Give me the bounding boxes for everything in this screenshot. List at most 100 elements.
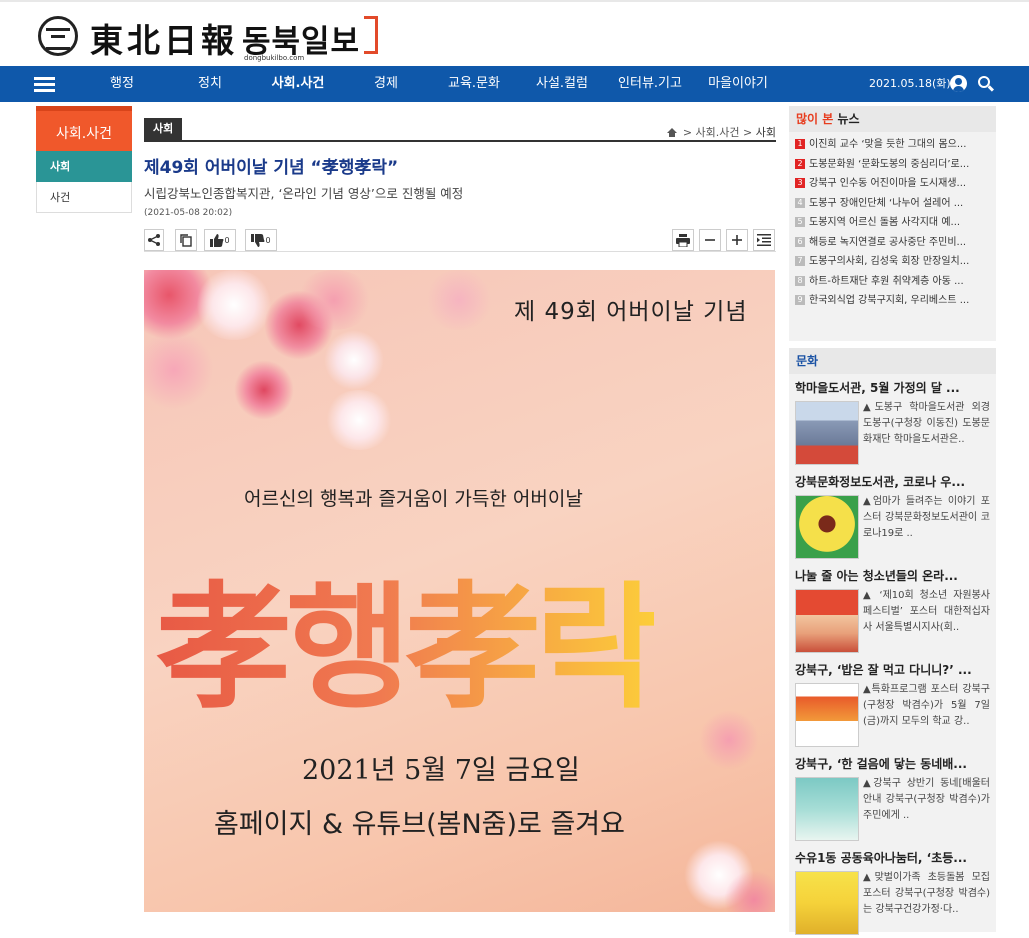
culture-thumbnail[interactable] xyxy=(795,401,859,465)
nav-item-politics[interactable]: 정치 xyxy=(198,66,222,102)
rank-badge: 1 xyxy=(795,139,805,149)
culture-item-title[interactable]: 강북구, ‘밥은 잘 먹고 다니니?’ ... xyxy=(795,661,990,679)
popular-heading-red: 많이 본 xyxy=(796,112,834,126)
share-button[interactable] xyxy=(144,229,164,251)
popular-item[interactable]: 9 한국외식업 강북구지회, 우리베스트 ... xyxy=(795,291,990,311)
popular-item[interactable]: 8 하트-하트재단 후원 취약계층 아동 ... xyxy=(795,272,990,292)
popular-item[interactable]: 1 이진희 교수 ‘맞을 듯한 그대의 몸으... xyxy=(795,135,990,155)
culture-item-summary: ▲특화프로그램 포스터 강북구(구청장 박겸수)가 5월 7일(금)까지 모두의… xyxy=(863,684,990,727)
nav-item-education[interactable]: 교육.문화 xyxy=(448,66,500,102)
article: 사회 > 사회.사건 > 사회 제49회 어버이날 기념 “孝행孝락” 시립강북… xyxy=(144,118,776,252)
rank-badge: 7 xyxy=(795,256,805,266)
rank-badge: 3 xyxy=(795,178,805,188)
rank-badge: 4 xyxy=(795,197,805,208)
section-tag: 사회 xyxy=(144,118,183,140)
font-increase-button[interactable] xyxy=(726,229,748,251)
popular-item-text: 한국외식업 강북구지회, 우리베스트 ... xyxy=(809,295,970,306)
popular-item[interactable]: 7 도봉구의사회, 김성욱 회장 만장일치... xyxy=(795,252,990,272)
popular-item-text: 강북구 인수동 어진이마을 도시재생... xyxy=(809,178,967,189)
nav-item-admin[interactable]: 행정 xyxy=(110,66,134,102)
image-channel: 홈페이지 & 유튜브(봄N줌)로 즐겨요 xyxy=(214,809,625,840)
culture-heading[interactable]: 문화 xyxy=(789,348,996,374)
breadcrumb-sep: > xyxy=(743,126,753,139)
culture-item-summary: ▲엄마가 들려주는 이야기 포스터 강북문화정보도서관이 코로나19로 .. xyxy=(863,496,990,539)
culture-thumbnail[interactable] xyxy=(795,871,859,935)
side-nav-heading: 사회.사건 xyxy=(36,106,132,151)
culture-item-title[interactable]: 수유1동 공동육아나눔터, ‘초등... xyxy=(795,849,990,867)
culture-item[interactable]: 수유1동 공동육아나눔터, ‘초등... ▲맞벌이가족 초등돌봄 모집 포스터 … xyxy=(795,849,990,938)
culture-item[interactable]: 강북구, ‘한 걸음에 닿는 동네배... ▲강북구 상반기 동네[배울터 안내… xyxy=(795,755,990,844)
breadcrumb-category[interactable]: 사회.사건 xyxy=(696,126,740,139)
right-sidebar: 많이 본 뉴스 1 이진희 교수 ‘맞을 듯한 그대의 몸으... 2 도봉문화원 … xyxy=(789,106,996,935)
culture-box: 문화 학마을도서관, 5월 가정의 달 ... ▲도봉구 학마을도서관 외경 도… xyxy=(789,348,996,935)
popular-news-box: 많이 본 뉴스 1 이진희 교수 ‘맞을 듯한 그대의 몸으... 2 도봉문화원 … xyxy=(789,106,996,341)
dislike-button[interactable]: 0 xyxy=(245,229,277,251)
culture-item-title[interactable]: 강북구, ‘한 걸음에 닿는 동네배... xyxy=(795,755,990,773)
breadcrumb-current[interactable]: 사회 xyxy=(756,126,776,139)
image-headline: 제 49회 어버이날 기념 xyxy=(514,299,748,325)
culture-item-title[interactable]: 나눌 줄 아는 청소년들의 온라... xyxy=(795,567,990,585)
popular-item[interactable]: 3 강북구 인수동 어진이마을 도시재생... xyxy=(795,174,990,194)
like-count: 0 xyxy=(224,235,230,245)
article-title: 제49회 어버이날 기념 “孝행孝락” xyxy=(144,158,399,178)
copy-button[interactable] xyxy=(175,229,197,251)
culture-thumbnail[interactable] xyxy=(795,777,859,841)
popular-item[interactable]: 6 해등로 녹지연결로 공사중단 주민비... xyxy=(795,233,990,253)
culture-item-summary: ▲도봉구 학마을도서관 외경 도봉구(구청장 이동진) 도봉문화재단 학마을도서… xyxy=(863,402,990,445)
article-image: 제 49회 어버이날 기념 어르신의 행복과 즐거움이 가득한 어버이날 孝행孝… xyxy=(144,270,775,912)
culture-item[interactable]: 강북구, ‘밥은 잘 먹고 다니니?’ ... ▲특화프로그램 포스터 강북구(… xyxy=(795,661,990,750)
logo-bracket-icon xyxy=(364,16,378,54)
culture-item-summary: ▲강북구 상반기 동네[배울터 안내 강북구(구청장 박겸수)가 주민에게 .. xyxy=(863,778,990,821)
culture-thumbnail[interactable] xyxy=(795,495,859,559)
rank-badge: 6 xyxy=(795,236,805,247)
nav-item-interview[interactable]: 인터뷰.기고 xyxy=(618,66,682,102)
section-bar: 사회 > 사회.사건 > 사회 xyxy=(144,118,776,142)
nav-item-economy[interactable]: 경제 xyxy=(374,66,398,102)
culture-item[interactable]: 강북문화정보도서관, 코로나 우... ▲엄마가 들려주는 이야기 포스터 강북… xyxy=(795,473,990,562)
culture-item-title[interactable]: 학마을도서관, 5월 가정의 달 ... xyxy=(795,379,990,397)
nav-item-society[interactable]: 사회.사건 xyxy=(272,66,325,102)
side-nav-item-incident[interactable]: 사건 xyxy=(36,182,132,213)
plus-icon xyxy=(732,235,742,245)
main-nav: 행정 정치 사회.사건 경제 교육.문화 사설.컬럼 인터뷰.기고 마을이야기 … xyxy=(0,66,1029,102)
thumbs-up-icon xyxy=(210,233,224,247)
culture-item-title[interactable]: 강북문화정보도서관, 코로나 우... xyxy=(795,473,990,491)
user-icon[interactable] xyxy=(950,75,967,92)
culture-item[interactable]: 학마을도서관, 5월 가정의 달 ... ▲도봉구 학마을도서관 외경 도봉구(… xyxy=(795,379,990,468)
minus-icon xyxy=(705,239,715,241)
menu-hamburger-icon[interactable] xyxy=(34,77,55,92)
culture-thumbnail[interactable] xyxy=(795,589,859,653)
flower-decoration xyxy=(194,270,274,340)
culture-item-summary: ▲ ‘제10회 청소년 자원봉사 페스티벌’ 포스터 대한적십자사 서울특별시지… xyxy=(863,590,990,633)
culture-item[interactable]: 나눌 줄 아는 청소년들의 온라... ▲ ‘제10회 청소년 자원봉사 페스티… xyxy=(795,567,990,656)
nav-date: 2021.05.18(화) xyxy=(869,77,951,90)
culture-thumbnail[interactable] xyxy=(795,683,859,747)
image-big-title: 孝행孝락 xyxy=(156,538,660,735)
popular-item-text: 해등로 녹지연결로 공사중단 주민비... xyxy=(809,236,967,248)
popular-item-text: 도봉구 장애인단체 ‘나누어 설레어 ... xyxy=(809,197,964,209)
logo-hanja: 東北日報 xyxy=(90,21,238,60)
search-icon[interactable] xyxy=(978,76,990,88)
logo-url: dongbukilbo.com xyxy=(244,54,305,62)
logo-seal-icon xyxy=(38,16,78,56)
popular-item[interactable]: 4 도봉구 장애인단체 ‘나누어 설레어 ... xyxy=(795,194,990,214)
culture-item-summary: ▲맞벌이가족 초등돌봄 모집 포스터 강북구(구청장 박겸수)는 강북구건강가정… xyxy=(863,872,990,915)
popular-item[interactable]: 5 도봉지역 어르신 돌봄 사각지대 예... xyxy=(795,213,990,233)
flower-decoration xyxy=(294,270,374,330)
popular-item[interactable]: 2 도봉문화원 ‘문화도봉의 중심리더’로... xyxy=(795,155,990,175)
like-button[interactable]: 0 xyxy=(204,229,236,251)
article-toolbar: 0 0 xyxy=(144,222,776,252)
popular-item-text: 도봉지역 어르신 돌봄 사각지대 예... xyxy=(809,217,961,228)
nav-item-editorial[interactable]: 사설.컬럼 xyxy=(536,66,588,102)
nav-item-village[interactable]: 마을이야기 xyxy=(708,66,768,102)
list-button[interactable] xyxy=(753,229,775,251)
flower-decoration xyxy=(234,360,294,420)
copy-icon xyxy=(180,234,192,247)
popular-news-heading: 많이 본 뉴스 xyxy=(789,106,996,132)
home-icon[interactable] xyxy=(667,128,678,137)
print-icon xyxy=(676,233,690,247)
print-button[interactable] xyxy=(672,229,694,251)
font-decrease-button[interactable] xyxy=(699,229,721,251)
image-tagline: 어르신의 행복과 즐거움이 가득한 어버이날 xyxy=(244,488,583,510)
breadcrumb-sep: > xyxy=(682,126,693,139)
